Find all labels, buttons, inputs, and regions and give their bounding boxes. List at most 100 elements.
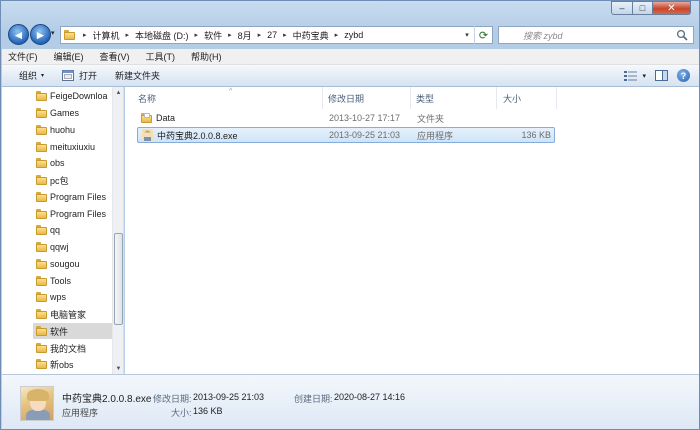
details-created-label: 创建日期: bbox=[294, 394, 333, 404]
scrollbar-thumb[interactable] bbox=[114, 233, 123, 325]
folder-icon bbox=[36, 259, 47, 269]
breadcrumb: ▸ 计算机 ▸ 本地磁盘 (D:) ▸ 软件 ▸ 8月 ▸ 27 ▸ 中药宝典 … bbox=[77, 29, 363, 42]
file-row[interactable]: Data 2013-10-27 17:17 文件夹 bbox=[137, 111, 555, 127]
tree-item-label: sougou bbox=[50, 259, 80, 269]
file-row-selected[interactable]: 中药宝典2.0.0.8.exe 2013-09-25 21:03 应用程序 13… bbox=[137, 127, 555, 143]
preview-pane-icon[interactable] bbox=[655, 70, 668, 81]
tree-item-label: Program Files bbox=[50, 209, 107, 219]
breadcrumb-separator[interactable]: ▸ bbox=[258, 31, 262, 39]
folder-icon bbox=[36, 209, 47, 219]
tree-item[interactable]: obs bbox=[36, 155, 114, 171]
recent-pages-dropdown[interactable]: ▾ bbox=[51, 29, 55, 37]
view-options-dropdown[interactable]: ▾ bbox=[642, 72, 646, 80]
tree-item[interactable]: meituxiuxiu bbox=[36, 139, 114, 155]
tree-item[interactable]: 我的文档 bbox=[36, 340, 114, 356]
details-created-value: 2020-08-27 14:16 bbox=[334, 392, 406, 402]
tree-item-label: 软件 bbox=[50, 326, 69, 337]
search-box[interactable]: 搜索 zybd bbox=[498, 26, 694, 44]
breadcrumb-computer[interactable]: 计算机 bbox=[93, 29, 120, 42]
new-folder-label: 新建文件夹 bbox=[115, 71, 161, 81]
tree-item-label: obs bbox=[50, 158, 65, 168]
close-button[interactable]: ✕ bbox=[653, 1, 691, 15]
file-list: 名称 ^ 修改日期 类型 大小 Data 2013-10-27 17:17 文件… bbox=[125, 87, 699, 374]
folder-icon bbox=[36, 326, 47, 336]
tree-item[interactable]: Program Files bbox=[36, 206, 114, 222]
column-header-type[interactable]: 类型 bbox=[411, 87, 497, 109]
breadcrumb-zybd[interactable]: zybd bbox=[344, 30, 363, 40]
column-header-name[interactable]: 名称 bbox=[125, 87, 323, 109]
tree-item-label: meituxiuxiu bbox=[50, 142, 96, 152]
tree-item[interactable]: 电脑管家 bbox=[36, 306, 114, 322]
tree-item[interactable]: wps bbox=[36, 289, 114, 305]
tree-item-label: 电脑管家 bbox=[50, 309, 87, 320]
tree-item-label: 新obs bbox=[50, 359, 74, 370]
breadcrumb-separator[interactable]: ▸ bbox=[228, 31, 232, 39]
address-bar[interactable]: ▸ 计算机 ▸ 本地磁盘 (D:) ▸ 软件 ▸ 8月 ▸ 27 ▸ 中药宝典 … bbox=[60, 26, 493, 44]
file-name-cell: 中药宝典2.0.0.8.exe bbox=[142, 128, 238, 142]
column-header-size[interactable]: 大小 bbox=[497, 87, 557, 109]
command-bar: 组织 ▾ 打开 新建文件夹 ▾ ? bbox=[2, 65, 699, 87]
folder-icon bbox=[36, 142, 47, 152]
tree-item[interactable]: Games bbox=[36, 105, 114, 121]
menu-view[interactable]: 查看(V) bbox=[100, 50, 130, 63]
tree-item[interactable]: Tools bbox=[36, 273, 114, 289]
menu-edit[interactable]: 编辑(E) bbox=[54, 50, 84, 63]
minimize-button[interactable]: – bbox=[611, 1, 633, 15]
address-dropdown-button[interactable]: ▾ bbox=[460, 31, 474, 39]
navigation-scrollbar[interactable]: ▲ ▼ bbox=[112, 87, 123, 374]
breadcrumb-zhongyaobaodian[interactable]: 中药宝典 bbox=[293, 29, 329, 42]
file-name-cell: Data bbox=[141, 111, 175, 125]
help-button[interactable]: ? bbox=[677, 69, 690, 82]
folder-icon bbox=[36, 125, 47, 135]
breadcrumb-27[interactable]: 27 bbox=[267, 30, 277, 40]
back-button[interactable]: ◄ bbox=[8, 24, 29, 45]
tree-item-selected[interactable]: 软件 bbox=[33, 323, 114, 339]
tree-item[interactable]: sougou bbox=[36, 256, 114, 272]
column-header-modified[interactable]: 修改日期 bbox=[323, 87, 411, 109]
tree-item[interactable]: Program Files bbox=[36, 189, 114, 205]
refresh-button[interactable]: ⟳ bbox=[474, 26, 492, 44]
folder-icon bbox=[36, 242, 47, 252]
sort-indicator-icon: ^ bbox=[229, 88, 233, 95]
chevron-down-icon: ▾ bbox=[41, 73, 45, 79]
tree-item-label: Tools bbox=[50, 276, 72, 286]
tree-item[interactable]: qqwj bbox=[36, 239, 114, 255]
open-button[interactable]: 打开 bbox=[62, 69, 97, 82]
app-icon bbox=[142, 129, 153, 141]
scroll-up-button[interactable]: ▲ bbox=[113, 87, 124, 98]
breadcrumb-august[interactable]: 8月 bbox=[238, 29, 252, 42]
breadcrumb-separator[interactable]: ▸ bbox=[335, 31, 339, 39]
breadcrumb-drive-d[interactable]: 本地磁盘 (D:) bbox=[135, 29, 189, 42]
tree-item-label: qqwj bbox=[50, 242, 69, 252]
folder-icon bbox=[36, 359, 47, 369]
menu-help[interactable]: 帮助(H) bbox=[191, 50, 222, 63]
details-size-label: 大小: bbox=[171, 408, 192, 418]
breadcrumb-separator[interactable]: ▸ bbox=[126, 31, 130, 39]
tree-item[interactable]: 新obs bbox=[36, 356, 114, 372]
menu-file[interactable]: 文件(F) bbox=[8, 50, 38, 63]
folder-icon bbox=[36, 108, 47, 118]
tree-item[interactable]: huohu bbox=[36, 122, 114, 138]
breadcrumb-software[interactable]: 软件 bbox=[204, 29, 222, 42]
menu-bar: 文件(F) 编辑(E) 查看(V) 工具(T) 帮助(H) bbox=[2, 49, 699, 65]
forward-button[interactable]: ► bbox=[30, 24, 51, 45]
folder-icon bbox=[36, 225, 47, 235]
view-options-icon[interactable] bbox=[624, 70, 638, 81]
organize-button[interactable]: 组织 ▾ bbox=[19, 69, 44, 82]
tree-item[interactable]: qq bbox=[36, 222, 114, 238]
maximize-button[interactable]: □ bbox=[633, 1, 653, 15]
application-icon bbox=[62, 70, 75, 81]
tree-item[interactable]: FeigeDownloa bbox=[36, 88, 114, 104]
breadcrumb-separator[interactable]: ▸ bbox=[195, 31, 199, 39]
tree-item[interactable]: pc包 bbox=[36, 172, 114, 188]
folder-icon bbox=[36, 292, 47, 302]
column-name-label: 名称 bbox=[138, 93, 157, 104]
scroll-down-button[interactable]: ▼ bbox=[113, 363, 124, 374]
new-folder-button[interactable]: 新建文件夹 bbox=[115, 69, 160, 82]
breadcrumb-separator[interactable]: ▸ bbox=[283, 31, 287, 39]
search-input[interactable]: 搜索 zybd bbox=[523, 29, 563, 42]
menu-tools[interactable]: 工具(T) bbox=[146, 50, 176, 63]
column-type-label: 类型 bbox=[416, 93, 435, 104]
breadcrumb-separator[interactable]: ▸ bbox=[83, 31, 87, 39]
details-modified-value: 2013-09-25 21:03 bbox=[193, 392, 265, 402]
